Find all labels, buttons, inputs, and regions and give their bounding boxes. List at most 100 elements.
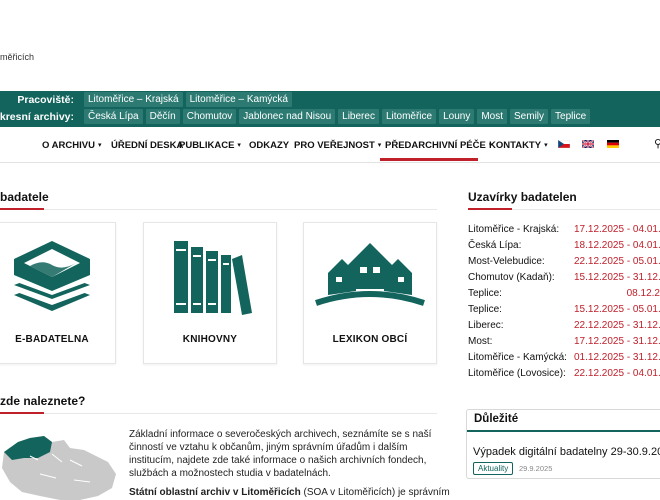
closure-location: Česká Lípa: (468, 240, 522, 251)
district-link[interactable]: Děčín (145, 109, 180, 124)
intro-paragraph-2: Státní oblastní archiv v Litoměřicích (S… (129, 487, 450, 498)
closure-row: Chomutov (Kadaň): 15.12.2025 - 31.12.2 (468, 270, 660, 286)
nav-label: ODKAZY (249, 140, 290, 151)
nav-item-pro-verejnost[interactable]: PRO VEŘEJNOST ▾ (294, 140, 381, 151)
heading-accent (0, 412, 44, 414)
news-date: 29.9.2025 (519, 464, 553, 473)
de-flag-icon[interactable] (607, 140, 619, 148)
czech-map-icon (2, 436, 116, 500)
news-headline[interactable]: Výpadek digitální badatelny 29-30.9.2025 (473, 446, 660, 458)
closure-location: Most: (468, 336, 493, 347)
worksite-link[interactable]: Litoměřice – Kamýcká (185, 92, 292, 107)
district-link[interactable]: Česká Lípa (84, 109, 143, 124)
closure-dates: 22.12.2025 - 31.12.2 (574, 320, 660, 331)
district-link[interactable]: Louny (439, 109, 475, 124)
worksite-link[interactable]: Litoměřice – Krajská (84, 92, 183, 107)
nav-label: ÚŘEDNÍ DESKA (111, 140, 184, 151)
page-root: měřicích Pracoviště: Litoměřice – Krajsk… (0, 0, 660, 500)
nav-item-odkazy[interactable]: ODKAZY (249, 140, 289, 151)
layers-map-icon (0, 237, 115, 319)
nav-label: KONTAKTY (489, 140, 542, 151)
card-knihovny[interactable]: KNIHOVNY (143, 222, 277, 364)
closures-list: Litoměřice - Krajská: 17.12.2025 - 04.01.… (468, 222, 660, 382)
nav-label: PŘEDARCHIVNÍ PÉČE (385, 140, 486, 151)
districts-bar: tátní okresní archivy: Česká Lípa Děčín … (0, 108, 660, 127)
important-divider (467, 430, 660, 432)
important-box: Důležité Výpadek digitální badatelny 29-… (466, 409, 660, 479)
closure-location: Teplice: (468, 304, 502, 315)
worksites-chips: Litoměřice – Krajská Litoměřice – Kamýck… (84, 92, 292, 107)
closure-location: Litoměřice (Lovosice): (468, 368, 566, 379)
nav-label: O ARCHIVU (42, 140, 95, 151)
where-heading: zde naleznete? (0, 394, 86, 408)
archive-desc: (SOA v Litoměřicích) je správním (300, 487, 450, 498)
district-link[interactable]: Teplice (551, 109, 591, 124)
brand-name: měřicích (0, 52, 35, 62)
card-label: LEXIKON OBCÍ (332, 334, 408, 345)
district-link[interactable]: Chomutov (182, 109, 237, 124)
closure-location: Litoměřice - Krajská: (468, 224, 560, 235)
worksites-bar: Pracoviště: Litoměřice – Krajská Litoměř… (0, 91, 660, 109)
closure-location: Litoměřice - Kamýcká: (468, 352, 567, 363)
nav-item-o-archivu[interactable]: O ARCHIVU ▾ (42, 140, 101, 151)
district-link[interactable]: Semily (510, 109, 549, 124)
district-link[interactable]: Jablonec nad Nisou (239, 109, 336, 124)
nav-item-uredni-deska[interactable]: ÚŘEDNÍ DESKA (111, 140, 183, 151)
closure-row: Liberec: 22.12.2025 - 31.12.2 (468, 318, 660, 334)
heading-accent (0, 208, 44, 210)
search-icon[interactable]: ⚲ (654, 137, 660, 150)
nav-item-publikace[interactable]: PUBLIKACE ▾ (179, 140, 241, 151)
closure-row: Teplice: 15.12.2025 - 05.01.2 (468, 302, 660, 318)
researchers-heading: badatele (0, 190, 49, 204)
heading-divider (0, 413, 437, 414)
nav-item-predarchivni-pece[interactable]: PŘEDARCHIVNÍ PÉČE ▾ (385, 140, 492, 151)
closure-row: Most: 17.12.2025 - 31.12.2 (468, 334, 660, 350)
closure-dates: 22.12.2025 - 05.01.2 (574, 256, 660, 267)
closure-row: Česká Lípa: 18.12.2025 - 04.01.2 (468, 238, 660, 254)
heading-divider (0, 209, 437, 210)
district-link[interactable]: Litoměřice (381, 109, 437, 124)
chevron-down-icon: ▾ (377, 142, 382, 149)
closure-row: Litoměřice (Lovosice): 22.12.2025 - 04.01… (468, 366, 660, 382)
card-label: KNIHOVNY (182, 334, 238, 345)
district-link[interactable]: Liberec (338, 109, 379, 124)
chevron-down-icon: ▾ (97, 142, 102, 149)
districts-label: tátní okresní archivy: (0, 111, 74, 123)
card-label: E-BADATELNA (15, 334, 89, 345)
active-nav-indicator (380, 158, 478, 161)
closure-location: Chomutov (Kadaň): (468, 272, 555, 283)
chevron-down-icon: ▾ (544, 142, 548, 149)
closure-dates: 08.12.2 (626, 288, 660, 299)
closure-row: Litoměřice - Krajská: 17.12.2025 - 04.01.… (468, 222, 660, 238)
closure-location: Liberec: (468, 320, 504, 331)
village-houses-icon (304, 237, 436, 319)
closure-dates: 17.12.2025 - 04.01.2 (574, 224, 660, 235)
card-lexikon-obci[interactable]: LEXIKON OBCÍ (303, 222, 437, 364)
chevron-down-icon: ▾ (237, 142, 241, 149)
closure-row: Litoměřice - Kamýcká: 01.12.2025 - 31.12.… (468, 350, 660, 366)
closure-dates: 01.12.2025 - 31.12.2 (574, 352, 660, 363)
closure-dates: 18.12.2025 - 04.01.2 (574, 240, 660, 251)
uk-flag-icon[interactable] (582, 140, 594, 148)
closure-dates: 22.12.2025 - 04.01.2 (574, 368, 660, 379)
archive-name: Státní oblastní archiv v Litoměřicích (129, 487, 301, 498)
nav-label: PUBLIKACE (179, 140, 235, 151)
closure-dates: 15.12.2025 - 05.01.2 (574, 304, 660, 315)
cz-flag-icon[interactable] (558, 140, 570, 148)
worksites-label: Pracoviště: (17, 94, 74, 106)
intro-paragraph: Základní informace o severočeských archi… (129, 429, 432, 479)
books-icon (144, 237, 276, 319)
closure-row: Teplice: 08.12.2 (468, 286, 660, 302)
closure-location: Teplice: (468, 288, 502, 299)
nav-item-kontakty[interactable]: KONTAKTY ▾ (489, 140, 548, 151)
news-category-tag[interactable]: Aktuality (473, 462, 514, 475)
nav-label: PRO VEŘEJNOST (294, 140, 375, 151)
heading-accent (468, 208, 512, 210)
important-title: Důležité (474, 413, 519, 425)
closure-row: Most-Velebudice: 22.12.2025 - 05.01.2 (468, 254, 660, 270)
district-link[interactable]: Most (477, 109, 508, 124)
closure-dates: 17.12.2025 - 31.12.2 (574, 336, 660, 347)
closure-location: Most-Velebudice: (468, 256, 545, 267)
closures-heading: Uzavírky badatelen (468, 190, 577, 204)
card-e-badatelna[interactable]: E-BADATELNA (0, 222, 116, 364)
